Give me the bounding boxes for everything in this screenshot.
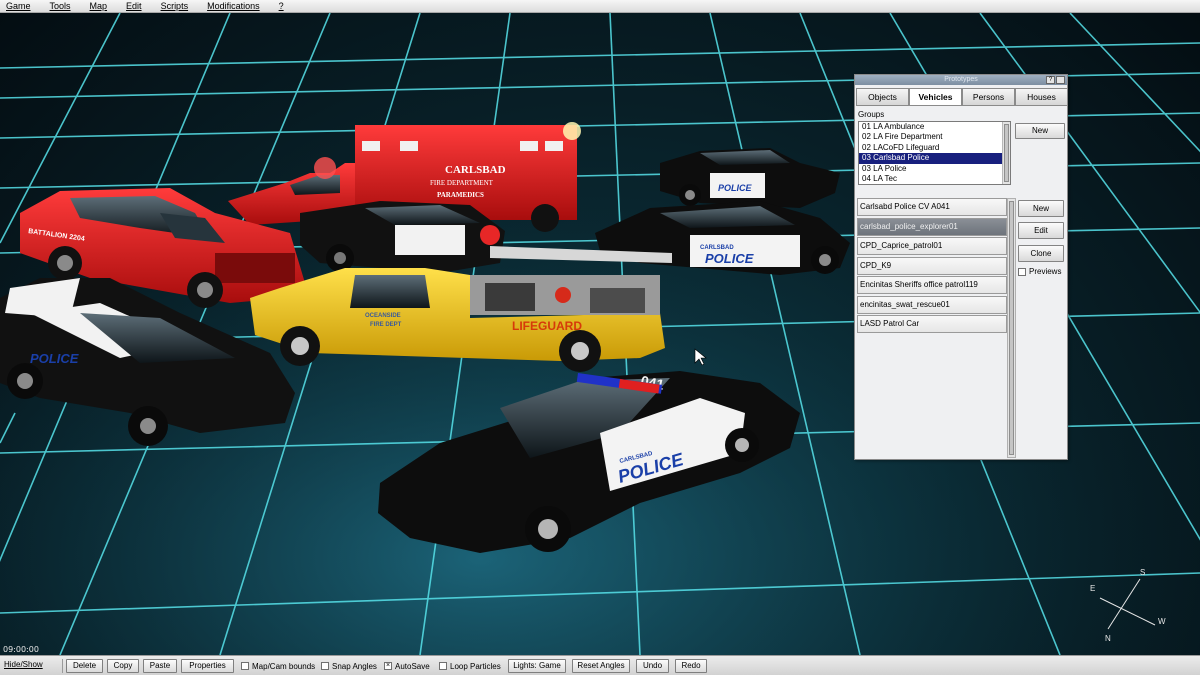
menu-bar: Game Tools Map Edit Scripts Modification… — [0, 0, 1200, 13]
compass-e: E — [1090, 584, 1095, 593]
ambulance-decal-line1: CARLSBAD — [445, 164, 506, 176]
loop-particles-checkbox[interactable] — [439, 662, 447, 670]
police-decal-right: POLICE — [705, 251, 754, 266]
vehicle-item[interactable]: Encinitas Sheriffs office patrol119 — [857, 276, 1007, 294]
vehicle-edit-button[interactable]: Edit — [1018, 222, 1064, 239]
menu-map[interactable]: Map — [84, 1, 108, 11]
groups-label: Groups — [858, 110, 885, 119]
map-cam-bounds-label: Map/Cam bounds — [252, 661, 316, 671]
vehicles-scrollbar[interactable] — [1007, 198, 1016, 458]
vehicle-item[interactable]: CPD_K9 — [857, 256, 1007, 275]
paste-button[interactable]: Paste — [143, 659, 177, 673]
group-item-selected[interactable]: 03 Carlsbad Police — [859, 153, 1010, 164]
compass-w: W — [1158, 617, 1166, 626]
ambulance-decal-line2: FIRE DEPARTMENT — [430, 179, 494, 187]
autosave-toggle[interactable]: × AutoSave — [384, 660, 430, 672]
group-item[interactable]: 04 LA Tec — [859, 174, 1010, 184]
tab-objects[interactable]: Objects — [856, 88, 909, 106]
loop-particles-label: Loop Particles — [450, 661, 501, 671]
previews-checkbox[interactable] — [1018, 267, 1026, 276]
autosave-label: AutoSave — [395, 661, 430, 671]
lifeguard-door-decal: OCEANSIDE — [365, 313, 401, 319]
tab-houses[interactable]: Houses — [1015, 88, 1068, 106]
prototypes-title: Prototypes — [944, 76, 978, 83]
ambulance-decal-line3: PARAMEDICS — [437, 191, 484, 199]
vehicle-item-selected[interactable]: carlsbad_police_explorer01 — [857, 217, 1007, 236]
reset-angles-button[interactable]: Reset Angles — [572, 659, 630, 673]
menu-help[interactable]: ? — [273, 1, 284, 11]
prototypes-panel: Prototypes ? Objects Vehicles Persons Ho… — [854, 74, 1068, 460]
group-new-button[interactable]: New — [1015, 123, 1065, 139]
tab-vehicles[interactable]: Vehicles — [909, 88, 962, 106]
close-icon[interactable] — [1056, 76, 1065, 84]
prototypes-tabs: Objects Vehicles Persons Houses — [856, 88, 1068, 106]
editor-toolbar: Hide/Show Delete Copy Paste Properties M… — [0, 655, 1200, 675]
autosave-checkbox[interactable]: × — [384, 662, 392, 670]
compass-n: N — [1105, 634, 1111, 643]
vehicle-new-button[interactable]: New — [1018, 200, 1064, 217]
groups-list[interactable]: 01 LA Ambulance 02 LA Fire Department 02… — [858, 121, 1011, 185]
vehicle-item[interactable]: LASD Patrol Car — [857, 315, 1007, 333]
loop-particles-toggle[interactable]: Loop Particles — [439, 660, 501, 672]
redo-button[interactable]: Redo — [675, 659, 707, 673]
vehicle-item[interactable]: encinitas_swat_rescue01 — [857, 295, 1007, 314]
police-decal-explorer: POLICE — [30, 351, 79, 366]
delete-button[interactable]: Delete — [66, 659, 103, 673]
copy-button[interactable]: Copy — [107, 659, 139, 673]
vehicles-list[interactable]: Carlsabd Police CV A041 carlsbad_police_… — [857, 198, 1017, 458]
game-clock: 09:00:00 — [3, 645, 39, 654]
caprice-patrol-vehicle[interactable] — [300, 201, 505, 273]
police-decal-far: POLICE — [718, 183, 753, 193]
menu-tools[interactable]: Tools — [44, 1, 71, 11]
compass-s: S — [1140, 568, 1145, 577]
vehicles-scroll-thumb[interactable] — [1009, 201, 1014, 455]
menu-edit[interactable]: Edit — [120, 1, 142, 11]
vehicle-item[interactable]: Carlsabd Police CV A041 — [857, 198, 1007, 216]
snap-angles-label: Snap Angles — [332, 661, 377, 671]
group-item[interactable]: 02 LACoFD Lifeguard — [859, 143, 1010, 153]
prototypes-titlebar[interactable]: Prototypes ? — [855, 75, 1067, 85]
properties-button[interactable]: Properties — [181, 659, 234, 673]
previews-toggle[interactable]: Previews — [1018, 267, 1061, 276]
snap-angles-checkbox[interactable] — [321, 662, 329, 670]
undo-button[interactable]: Undo — [636, 659, 669, 673]
lights-mode-button[interactable]: Lights: Game — [508, 659, 566, 673]
map-cam-bounds-checkbox[interactable] — [241, 662, 249, 670]
previews-label: Previews — [1029, 267, 1062, 276]
vehicle-clone-button[interactable]: Clone — [1018, 245, 1064, 262]
lifeguard-decal: LIFEGUARD — [512, 319, 582, 333]
lifeguard-door-decal-2: FIRE DEPT — [370, 322, 402, 328]
hide-show-button[interactable]: Hide/Show — [2, 659, 60, 673]
menu-scripts[interactable]: Scripts — [155, 1, 189, 11]
groups-scroll-thumb[interactable] — [1004, 124, 1009, 182]
toolbar-separator — [62, 659, 63, 673]
map-cam-bounds-toggle[interactable]: Map/Cam bounds — [241, 660, 315, 672]
menu-modifications[interactable]: Modifications — [201, 1, 260, 11]
group-item[interactable]: 01 LA Ambulance — [859, 122, 1010, 132]
snap-angles-toggle[interactable]: Snap Angles — [321, 660, 377, 672]
group-item[interactable]: 03 LA Police — [859, 164, 1010, 174]
help-button[interactable]: ? — [1046, 76, 1055, 84]
groups-scrollbar[interactable] — [1002, 122, 1010, 184]
menu-game[interactable]: Game — [0, 1, 31, 11]
vehicle-item[interactable]: CPD_Caprice_patrol01 — [857, 237, 1007, 255]
group-item[interactable]: 02 LA Fire Department — [859, 132, 1010, 142]
tab-persons[interactable]: Persons — [962, 88, 1015, 106]
